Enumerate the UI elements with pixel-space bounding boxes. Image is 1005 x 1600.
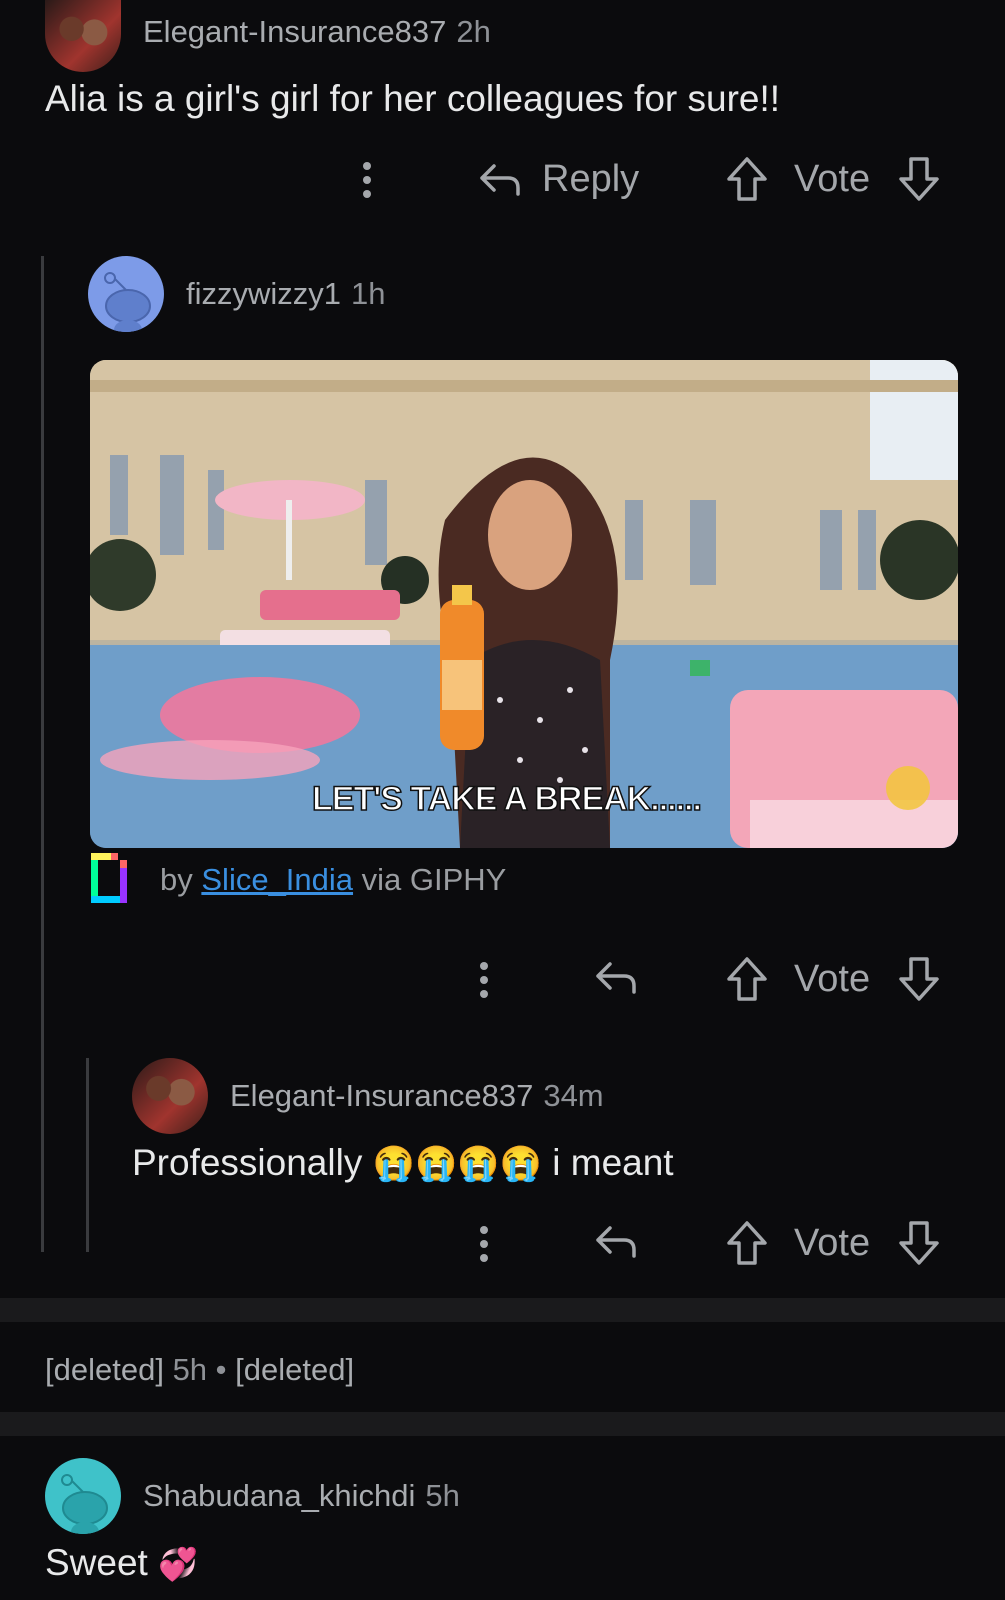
more-options-button[interactable] [472,958,496,1002]
giphy-author-link[interactable]: Slice_India [201,862,353,897]
crying-emoji: 😭😭😭😭 [372,1145,542,1183]
downvote-icon [899,957,939,1001]
more-icon [480,1226,488,1262]
comment-text: i meant [552,1142,674,1183]
avatar[interactable] [88,256,164,332]
username-label: Shabudana_khichdi [143,1478,416,1513]
comment-time: 34m [543,1078,604,1113]
thread-line[interactable] [41,256,44,1252]
comment-text: Professionally [132,1142,363,1183]
deleted-author: [deleted] [45,1352,164,1387]
downvote-button[interactable] [898,1220,940,1266]
comment-time: 2h [456,14,491,49]
gif-image[interactable]: LET'S TAKE A BREAK...... [90,360,958,848]
vote-count: Vote [794,1222,871,1264]
reply-button[interactable] [594,958,638,998]
dot-separator: • [215,1352,227,1387]
gif-scene [90,360,958,848]
giphy-logo-icon [91,853,127,903]
downvote-button[interactable] [898,956,940,1002]
downvote-button[interactable] [898,156,940,202]
comment-time: 5h [425,1478,460,1513]
more-icon [363,162,371,198]
upvote-button[interactable] [726,1220,768,1266]
section-divider [0,1298,1005,1322]
upvote-icon [727,1221,767,1265]
comment-author[interactable]: Elegant-Insurance837 34m [230,1078,604,1114]
comment-time: 1h [351,276,386,311]
upvote-icon [727,157,767,201]
snoo-avatar-icon [104,272,151,332]
comment-body: Professionally 😭😭😭😭 i meant [132,1142,674,1184]
avatar[interactable] [132,1058,208,1134]
reply-arrow-icon [596,962,636,994]
comment-body: Sweet 💞 [45,1542,198,1584]
deleted-comment[interactable]: [deleted] 5h • [deleted] [45,1352,354,1388]
vote-count: Vote [794,158,871,200]
comment-body: Alia is a girl's girl for her colleagues… [45,78,781,119]
reply-button[interactable] [594,1222,638,1262]
giphy-by: by [160,862,193,897]
username-label: Elegant-Insurance837 [143,14,447,49]
giphy-via: via GIPHY [361,862,507,897]
sparkle-heart-emoji: 💞 [158,1546,198,1582]
snoo-avatar-icon [61,1474,108,1534]
vote-count: Vote [794,958,871,1000]
more-options-button[interactable] [472,1222,496,1266]
more-icon [480,962,488,998]
comment-author[interactable]: fizzywizzy1 1h [186,276,386,312]
avatar[interactable] [45,1458,121,1534]
more-options-button[interactable] [355,158,379,202]
reply-label: Reply [542,158,640,200]
upvote-button[interactable] [726,156,768,202]
reply-arrow-icon [480,163,520,196]
section-divider [0,1412,1005,1436]
avatar[interactable] [45,0,121,72]
username-label: Elegant-Insurance837 [230,1078,534,1113]
comment-text: Sweet [45,1542,148,1583]
upvote-icon [727,957,767,1001]
deleted-body: [deleted] [235,1352,355,1387]
gif-caption: LET'S TAKE A BREAK...... [311,779,702,819]
comment-author[interactable]: Elegant-Insurance837 2h [143,14,491,50]
reply-arrow-icon [596,1226,636,1258]
reply-button[interactable]: Reply [478,158,639,201]
upvote-button[interactable] [726,956,768,1002]
comment-author[interactable]: Shabudana_khichdi 5h [143,1478,460,1514]
downvote-icon [899,157,939,201]
comment-time: 5h [172,1352,208,1387]
thread-line[interactable] [86,1058,89,1252]
username-label: fizzywizzy1 [186,276,342,311]
downvote-icon [899,1221,939,1265]
